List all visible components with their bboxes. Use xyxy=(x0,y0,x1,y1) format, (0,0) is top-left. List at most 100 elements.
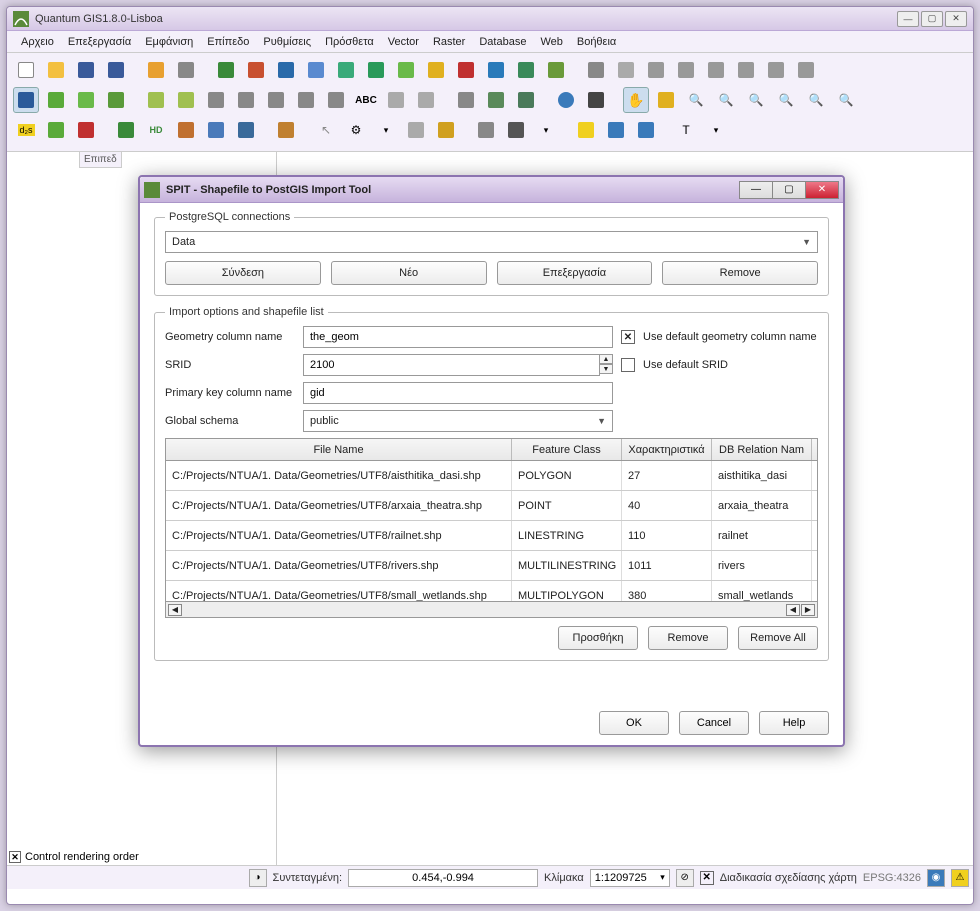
terrain2-icon[interactable] xyxy=(513,87,539,113)
pg-connection-combo[interactable]: Data▼ xyxy=(165,231,818,253)
scroll-right-icon[interactable]: ▶ xyxy=(801,604,815,616)
terrain-icon[interactable] xyxy=(483,87,509,113)
add-wfs-icon[interactable] xyxy=(363,57,389,83)
ring-icon[interactable] xyxy=(233,87,259,113)
dialog-minimize-button[interactable]: — xyxy=(739,181,773,199)
add-vector-icon[interactable] xyxy=(213,57,239,83)
add-vector-layer-icon[interactable] xyxy=(13,87,39,113)
dropdown1-icon[interactable]: ▾ xyxy=(373,117,399,143)
grid-icon[interactable] xyxy=(583,87,609,113)
zoom-layer-icon[interactable]: 🔍 xyxy=(803,87,829,113)
image-icon[interactable] xyxy=(173,117,199,143)
zoom-last-icon[interactable]: 🔍 xyxy=(833,87,859,113)
open-project-icon[interactable] xyxy=(43,57,69,83)
th-feature-class[interactable]: Feature Class xyxy=(512,439,622,460)
reshape-icon[interactable] xyxy=(293,87,319,113)
redo-icon[interactable] xyxy=(173,87,199,113)
dropdown2-icon[interactable]: ▾ xyxy=(533,117,559,143)
th-filename[interactable]: File Name xyxy=(166,439,512,460)
render-order-checkbox[interactable]: ✕ xyxy=(9,851,21,863)
layers2-icon[interactable] xyxy=(73,87,99,113)
gear-icon[interactable]: ⚙ xyxy=(343,117,369,143)
menu-vector[interactable]: Vector xyxy=(382,34,425,50)
use-default-srid-checkbox[interactable] xyxy=(621,358,635,372)
th-features[interactable]: Χαρακτηριστικά xyxy=(622,439,712,460)
maximize-button[interactable]: ▢ xyxy=(921,11,943,27)
scale-combo[interactable]: 1:1209725▾ xyxy=(590,869,670,887)
add-delimited-icon[interactable] xyxy=(543,57,569,83)
table-hscroll[interactable]: ◀ ◀ ▶ xyxy=(166,601,817,617)
select-icon[interactable] xyxy=(73,117,99,143)
remove-connection-button[interactable]: Remove xyxy=(662,261,818,285)
table-row[interactable]: C:/Projects/NTUA/1. Data/Geometries/UTF8… xyxy=(166,461,817,491)
menu-help[interactable]: Βοήθεια xyxy=(571,34,622,50)
menu-view[interactable]: Εμφάνιση xyxy=(139,34,199,50)
menu-database[interactable]: Database xyxy=(473,34,532,50)
add-postgis-icon[interactable] xyxy=(273,57,299,83)
table-row[interactable]: C:/Projects/NTUA/1. Data/Geometries/UTF8… xyxy=(166,581,817,601)
elephant-icon[interactable] xyxy=(203,117,229,143)
remove-shapefile-button[interactable]: Remove xyxy=(648,626,728,650)
pk-input[interactable] xyxy=(303,382,613,404)
edit-icon[interactable] xyxy=(583,57,609,83)
zoom-full-icon[interactable]: 🔍 xyxy=(743,87,769,113)
remove-layer-icon[interactable] xyxy=(453,57,479,83)
panel-tab[interactable]: Επιπεδ xyxy=(79,152,122,168)
dialog-close-button[interactable]: ✕ xyxy=(805,181,839,199)
scroll-left-icon[interactable]: ◀ xyxy=(168,604,182,616)
node-tool-icon[interactable] xyxy=(643,57,669,83)
save-icon[interactable] xyxy=(73,57,99,83)
add-oracle-icon[interactable] xyxy=(513,57,539,83)
print-icon[interactable] xyxy=(173,57,199,83)
offset-icon[interactable] xyxy=(323,87,349,113)
move-feature-icon[interactable] xyxy=(673,57,699,83)
delete-icon[interactable] xyxy=(733,57,759,83)
simplify-icon[interactable] xyxy=(203,87,229,113)
menu-plugins[interactable]: Πρόσθετα xyxy=(319,34,380,50)
info-icon[interactable] xyxy=(403,117,429,143)
d2s-icon[interactable]: d₂s xyxy=(13,117,39,143)
new-project-icon[interactable] xyxy=(13,57,39,83)
log-icon[interactable]: ⚠ xyxy=(951,869,969,887)
table-icon[interactable] xyxy=(473,117,499,143)
dropdown3-icon[interactable]: ▾ xyxy=(703,117,729,143)
menu-layer[interactable]: Επίπεδο xyxy=(201,34,255,50)
zoom-out-icon[interactable]: 🔍 xyxy=(713,87,739,113)
globe-icon[interactable] xyxy=(553,87,579,113)
table-row[interactable]: C:/Projects/NTUA/1. Data/Geometries/UTF8… xyxy=(166,491,817,521)
text-icon[interactable]: T xyxy=(673,117,699,143)
connect-button[interactable]: Σύνδεση xyxy=(165,261,321,285)
close-button[interactable]: ✕ xyxy=(945,11,967,27)
help-button[interactable]: Help xyxy=(759,711,829,735)
db-icon[interactable] xyxy=(233,117,259,143)
edit-connection-button[interactable]: Επεξεργασία xyxy=(497,261,653,285)
layers3-icon[interactable] xyxy=(103,87,129,113)
zoom-selection-icon[interactable]: 🔍 xyxy=(773,87,799,113)
add-point-icon[interactable] xyxy=(43,117,69,143)
part-icon[interactable] xyxy=(263,87,289,113)
minimize-button[interactable]: — xyxy=(897,11,919,27)
ok-button[interactable]: OK xyxy=(599,711,669,735)
bookmark-icon[interactable] xyxy=(603,117,629,143)
change-label-icon[interactable] xyxy=(413,87,439,113)
picture-icon[interactable] xyxy=(273,117,299,143)
use-default-geom-checkbox[interactable]: ✕ xyxy=(621,330,635,344)
copy-icon[interactable] xyxy=(793,57,819,83)
pan-selection-icon[interactable] xyxy=(653,87,679,113)
srid-spinner[interactable]: ▲▼ xyxy=(599,354,613,376)
tips-icon[interactable] xyxy=(573,117,599,143)
zoom-in-icon[interactable]: 🔍 xyxy=(683,87,709,113)
new-shapefile-icon[interactable] xyxy=(423,57,449,83)
render-checkbox[interactable]: ✕ xyxy=(700,871,714,885)
table-row[interactable]: C:/Projects/NTUA/1. Data/Geometries/UTF8… xyxy=(166,551,817,581)
cancel-button[interactable]: Cancel xyxy=(679,711,749,735)
arrow-icon[interactable]: ↖ xyxy=(313,117,339,143)
status-toggle-icon[interactable]: ◑ xyxy=(249,869,267,887)
split-icon[interactable] xyxy=(703,57,729,83)
add-raster-icon[interactable] xyxy=(243,57,269,83)
menu-file[interactable]: Αρχειο xyxy=(15,34,60,50)
pan-icon[interactable]: ✋ xyxy=(623,87,649,113)
add-shapefile-button[interactable]: Προσθήκη xyxy=(558,626,638,650)
add-wms-icon[interactable] xyxy=(333,57,359,83)
layers-icon[interactable] xyxy=(43,87,69,113)
